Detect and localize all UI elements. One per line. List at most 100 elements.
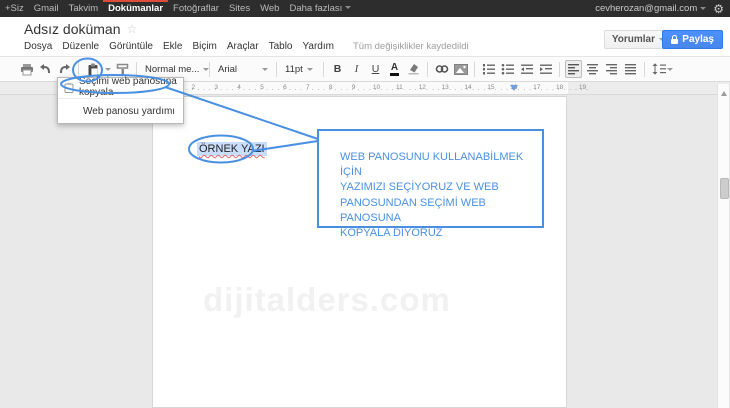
align-right-button[interactable] xyxy=(603,60,620,78)
ruler-number: 13 xyxy=(434,84,457,91)
save-status: Tüm değişiklikler kaydedildi xyxy=(353,41,469,52)
ruler-number: 2 xyxy=(182,84,205,91)
font-dropdown[interactable]: Arial xyxy=(214,60,272,78)
gear-icon[interactable]: ⚙ xyxy=(713,3,724,15)
title-row: Adsız doküman ☆ xyxy=(24,21,137,37)
align-left-button[interactable] xyxy=(565,60,582,78)
document-page[interactable]: dijitalders.com ÖRNEK YAZI xyxy=(152,96,567,408)
right-indent-marker[interactable] xyxy=(510,85,518,95)
vertical-scrollbar[interactable] xyxy=(717,84,730,408)
topbar-item-sites[interactable]: Sites xyxy=(224,0,255,17)
ruler-number: 11 xyxy=(388,84,411,91)
menu-item-web-clipboard-help[interactable]: Web panosu yardımı xyxy=(58,104,183,118)
bulleted-list-button[interactable] xyxy=(499,60,516,78)
more-label: Daha fazlası xyxy=(289,3,342,17)
text-color-button[interactable]: A xyxy=(386,60,403,78)
topbar-item-plus-you[interactable]: +Siz xyxy=(0,0,29,17)
menu-item-copy-selection-to-web-clipboard[interactable]: Seçimi web panosuna kopyala xyxy=(58,80,183,94)
menu-help[interactable]: Yardım xyxy=(297,41,339,52)
annotation-note-text: WEB PANOSUNU KULLANABİLMEK İÇİN YAZIMIZI… xyxy=(340,150,548,241)
undo-button[interactable] xyxy=(37,60,54,78)
align-right-icon xyxy=(605,63,618,75)
ruler-number: 4 xyxy=(228,84,251,91)
google-black-bar: +Siz Gmail Takvim Dokümanlar Fotoğraflar… xyxy=(0,0,730,17)
account-email: cevherozan@gmail.com xyxy=(595,3,697,14)
web-clipboard-menu: Seçimi web panosuna kopyala Web panosu y… xyxy=(57,77,184,124)
lock-icon xyxy=(671,39,678,44)
font-value: Arial xyxy=(218,64,237,75)
scrollbar-thumb[interactable] xyxy=(720,178,729,199)
ruler-number: 10 xyxy=(365,84,388,91)
ruler-number: 8 xyxy=(319,84,342,91)
numbered-list-icon xyxy=(482,63,496,75)
print-button[interactable] xyxy=(18,60,35,78)
ruler-number: 18 xyxy=(548,84,571,91)
menu-format[interactable]: Biçim xyxy=(187,41,221,52)
topbar-item-photos[interactable]: Fotoğraflar xyxy=(168,0,224,17)
menu-table[interactable]: Tablo xyxy=(264,41,298,52)
toolbar-separator xyxy=(209,62,210,77)
ruler-number: 14 xyxy=(457,84,480,91)
menu-file[interactable]: Dosya xyxy=(19,41,57,52)
menu-tools[interactable]: Araçlar xyxy=(222,41,264,52)
underline-label: U xyxy=(372,63,380,75)
insert-image-button[interactable] xyxy=(452,60,469,78)
document-title[interactable]: Adsız doküman xyxy=(24,21,121,37)
bold-button[interactable]: B xyxy=(329,60,346,78)
bulleted-list-icon xyxy=(501,63,515,75)
chevron-down-icon xyxy=(307,68,313,74)
watermark: dijitalders.com xyxy=(203,281,451,319)
topbar-account-area: cevherozan@gmail.com ⚙ xyxy=(595,0,724,17)
redo-icon xyxy=(58,63,71,75)
menu-edit[interactable]: Düzenle xyxy=(57,41,104,52)
font-size-dropdown[interactable]: 11pt xyxy=(281,60,319,78)
chevron-down-icon xyxy=(105,68,111,74)
ruler-number: 7 xyxy=(296,84,319,91)
share-button[interactable]: Paylaş xyxy=(662,30,723,49)
topbar-item-gmail[interactable]: Gmail xyxy=(29,0,64,17)
numbered-list-button[interactable] xyxy=(480,60,497,78)
underline-button[interactable]: U xyxy=(367,60,384,78)
topbar-item-more[interactable]: Daha fazlası xyxy=(284,0,356,17)
insert-link-button[interactable] xyxy=(433,60,450,78)
clipboard-icon xyxy=(87,63,99,76)
toolbar-separator xyxy=(276,62,277,77)
image-icon xyxy=(454,64,468,75)
increase-indent-button[interactable] xyxy=(537,60,554,78)
chevron-down-icon xyxy=(667,68,673,74)
paint-roller-icon xyxy=(116,63,129,75)
outdent-icon xyxy=(520,63,534,75)
scrollbar-up-arrow-icon[interactable] xyxy=(721,88,727,96)
chevron-down-icon xyxy=(345,6,351,12)
topbar-item-web[interactable]: Web xyxy=(255,0,284,17)
bold-label: B xyxy=(334,63,342,75)
topbar-item-calendar[interactable]: Takvim xyxy=(64,0,104,17)
line-spacing-button[interactable] xyxy=(650,60,674,78)
decrease-indent-button[interactable] xyxy=(518,60,535,78)
toolbar-separator xyxy=(136,62,137,77)
justify-button[interactable] xyxy=(622,60,639,78)
highlight-color-button[interactable] xyxy=(405,60,422,78)
printer-icon xyxy=(20,63,34,76)
toolbar-separator xyxy=(559,62,560,77)
menu-insert[interactable]: Ekle xyxy=(158,41,187,52)
menu-item-label: Web panosu yardımı xyxy=(83,106,175,117)
toolbar-separator xyxy=(323,62,324,77)
align-center-button[interactable] xyxy=(584,60,601,78)
topbar-item-documents[interactable]: Dokümanlar xyxy=(103,0,168,17)
chevron-down-icon xyxy=(262,68,268,74)
ruler-numbers: 12345678910111213141516171819 xyxy=(159,84,594,91)
menu-item-label: Seçimi web panosuna kopyala xyxy=(79,76,177,98)
star-icon[interactable]: ☆ xyxy=(127,22,138,36)
menubar: Dosya Düzenle Görüntüle Ekle Biçim Araçl… xyxy=(19,41,469,52)
redo-button[interactable] xyxy=(56,60,73,78)
document-selected-text: ÖRNEK YAZI xyxy=(197,142,267,156)
toolbar-separator xyxy=(474,62,475,77)
menu-view[interactable]: Görüntüle xyxy=(104,41,158,52)
link-icon xyxy=(435,64,449,74)
document-header: Adsız doküman ☆ Dosya Düzenle Görüntüle … xyxy=(0,17,730,56)
italic-button[interactable]: I xyxy=(348,60,365,78)
menu-separator xyxy=(58,98,183,99)
justify-icon xyxy=(624,63,637,75)
account-email-menu[interactable]: cevherozan@gmail.com xyxy=(595,3,706,14)
